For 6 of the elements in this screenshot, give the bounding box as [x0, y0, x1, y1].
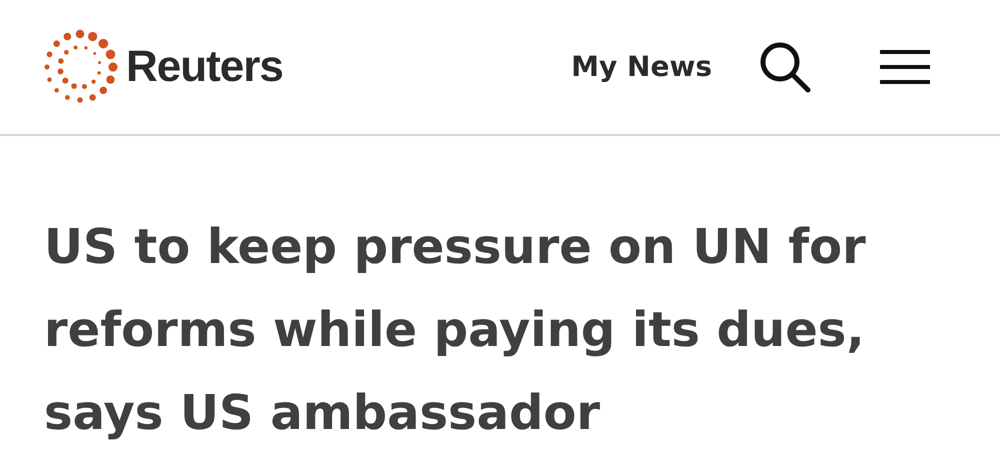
my-news-link[interactable]: My News	[571, 46, 712, 88]
headline: US to keep pressure on UN for reforms while paying its dues, says US ambassador	[43, 218, 867, 443]
brand-name: Reuters	[126, 41, 283, 93]
brand-logo[interactable]: Reuters	[40, 27, 283, 107]
menu-button[interactable]	[880, 47, 930, 87]
menu-icon	[880, 49, 930, 85]
